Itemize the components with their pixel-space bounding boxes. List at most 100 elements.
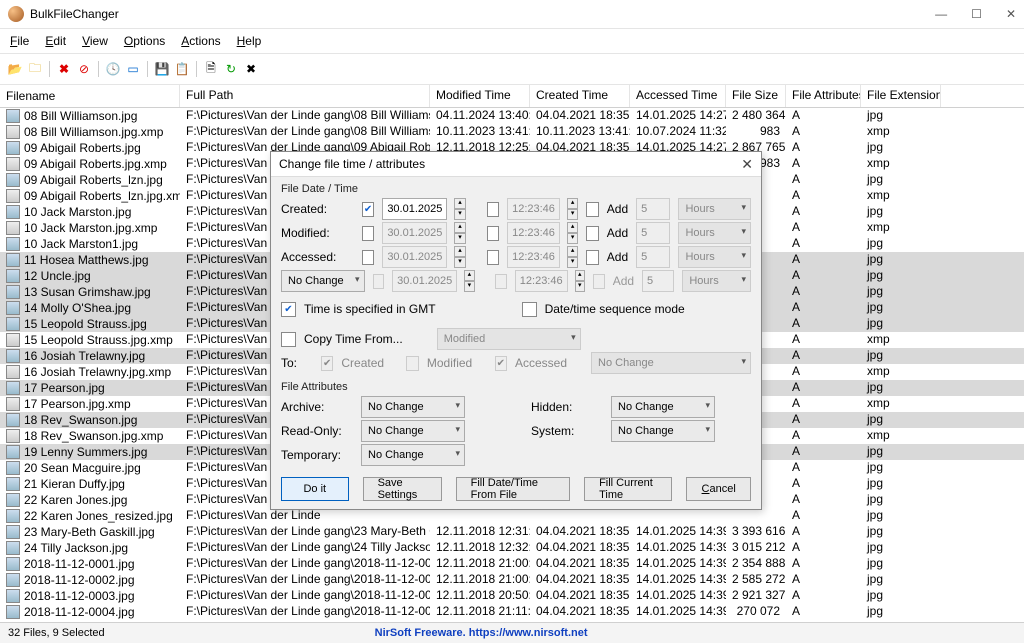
cell-created: 04.04.2021 18:35:52 bbox=[530, 604, 630, 620]
table-row[interactable]: 2018-11-12-0003.jpgF:\Pictures\Van der L… bbox=[0, 588, 1024, 604]
cell-created: 04.04.2021 18:35:52 bbox=[530, 588, 630, 604]
table-row[interactable]: 24 Tilly Jackson.jpgF:\Pictures\Van der … bbox=[0, 540, 1024, 556]
toolbar-open-icon[interactable]: 📂 bbox=[6, 60, 24, 78]
col-size[interactable]: File Size bbox=[726, 85, 786, 107]
toolbar-save-icon[interactable]: 💾 bbox=[153, 60, 171, 78]
temporary-select[interactable]: No Change bbox=[361, 444, 465, 466]
file-icon bbox=[6, 125, 20, 139]
col-fullpath[interactable]: Full Path bbox=[180, 85, 430, 107]
check-accessed-add[interactable] bbox=[586, 250, 599, 265]
fill-from-file-button[interactable]: Fill Date/Time From File bbox=[456, 477, 570, 501]
minimize-icon[interactable]: — bbox=[935, 7, 947, 21]
table-row[interactable]: 2018-11-12-0001.jpgF:\Pictures\Van der L… bbox=[0, 556, 1024, 572]
nc-time-spinner: ▴▾ bbox=[575, 270, 585, 292]
check-copyfrom[interactable] bbox=[281, 332, 296, 347]
table-row[interactable]: 23 Mary-Beth Gaskill.jpgF:\Pictures\Van … bbox=[0, 524, 1024, 540]
table-row[interactable]: 08 Bill Williamson.jpgF:\Pictures\Van de… bbox=[0, 108, 1024, 124]
check-accessed-date[interactable] bbox=[362, 250, 375, 265]
created-date-input[interactable]: 30.01.2025 bbox=[382, 198, 447, 220]
cell-filename: 22 Karen Jones.jpg bbox=[24, 493, 127, 507]
menu-view[interactable]: View bbox=[82, 34, 108, 48]
cell-filename: 2018-11-12-0004.jpg bbox=[24, 605, 135, 619]
created-time-spinner[interactable]: ▴▾ bbox=[567, 198, 578, 220]
system-select[interactable]: No Change bbox=[611, 420, 715, 442]
modified-date-spinner[interactable]: ▴▾ bbox=[454, 222, 465, 244]
menu-help[interactable]: Help bbox=[237, 34, 262, 48]
menu-options[interactable]: Options bbox=[124, 34, 165, 48]
cell-filename: 13 Susan Grimshaw.jpg bbox=[24, 285, 151, 299]
modified-time-spinner[interactable]: ▴▾ bbox=[567, 222, 578, 244]
modified-time-input[interactable]: 12:23:46 bbox=[507, 222, 560, 244]
archive-select[interactable]: No Change bbox=[361, 396, 465, 418]
check-modified-add[interactable] bbox=[586, 226, 599, 241]
toolbar-execute-icon[interactable]: ▭ bbox=[124, 60, 142, 78]
toolbar-refresh-icon[interactable]: ↻ bbox=[222, 60, 240, 78]
menu-actions[interactable]: Actions bbox=[181, 34, 220, 48]
table-row[interactable]: 08 Bill Williamson.jpg.xmp F:\Pictures\Va… bbox=[0, 124, 1024, 140]
check-sequence[interactable] bbox=[522, 302, 537, 317]
cell-fullpath: F:\Pictures\Van der Linde gang\08 Bill W… bbox=[180, 124, 430, 140]
check-created-date[interactable] bbox=[362, 202, 375, 217]
check-created-add[interactable] bbox=[586, 202, 599, 217]
label-readonly: Read-Only: bbox=[281, 424, 353, 438]
col-ext[interactable]: File Extension bbox=[861, 85, 941, 107]
cell-attr: A bbox=[786, 156, 861, 172]
menu-edit[interactable]: Edit bbox=[45, 34, 66, 48]
check-modified-date[interactable] bbox=[362, 226, 375, 241]
do-it-button[interactable]: Do it bbox=[281, 477, 349, 501]
check-accessed-time[interactable] bbox=[487, 250, 500, 265]
accessed-date-input[interactable]: 30.01.2025 bbox=[382, 246, 447, 268]
cancel-button[interactable]: Cancel bbox=[686, 477, 751, 501]
accessed-time-input[interactable]: 12:23:46 bbox=[507, 246, 560, 268]
cell-accessed: 14.01.2025 14:39:28 bbox=[630, 524, 726, 540]
save-settings-button[interactable]: Save Settings bbox=[363, 477, 442, 501]
cell-created bbox=[530, 508, 630, 524]
table-row[interactable]: 22 Karen Jones_resized.jpgF:\Pictures\Va… bbox=[0, 508, 1024, 524]
table-row[interactable]: 2018-11-12-0002.jpgF:\Pictures\Van der L… bbox=[0, 572, 1024, 588]
accessed-date-spinner[interactable]: ▴▾ bbox=[454, 246, 465, 268]
label-accessed-add: Add bbox=[607, 250, 628, 264]
file-icon bbox=[6, 365, 20, 379]
col-filename[interactable]: Filename bbox=[0, 85, 180, 107]
status-count: 32 Files, 9 Selected bbox=[8, 627, 105, 639]
fill-current-button[interactable]: Fill Current Time bbox=[584, 477, 672, 501]
cell-ext: jpg bbox=[861, 348, 941, 364]
check-modified-time[interactable] bbox=[487, 226, 500, 241]
col-attr[interactable]: File Attributes bbox=[786, 85, 861, 107]
dialog-close-icon[interactable]: ✕ bbox=[741, 156, 753, 173]
toolbar-exit-icon[interactable]: ✖ bbox=[242, 60, 260, 78]
check-gmt[interactable] bbox=[281, 302, 296, 317]
accessed-time-spinner[interactable]: ▴▾ bbox=[567, 246, 578, 268]
toolbar-copy-icon[interactable]: 📋 bbox=[173, 60, 191, 78]
check-nc-date bbox=[373, 274, 385, 289]
readonly-select[interactable]: No Change bbox=[361, 420, 465, 442]
toolbar-clear-icon[interactable]: ⊘ bbox=[75, 60, 93, 78]
cell-attr: A bbox=[786, 460, 861, 476]
toolbar-time-icon[interactable]: 🕓 bbox=[104, 60, 122, 78]
col-modified[interactable]: Modified Time bbox=[430, 85, 530, 107]
toolbar-properties-icon[interactable]: 🗎 bbox=[202, 60, 220, 78]
label-sequence: Date/time sequence mode bbox=[545, 302, 685, 316]
col-accessed[interactable]: Accessed Time bbox=[630, 85, 726, 107]
maximize-icon[interactable]: ☐ bbox=[971, 7, 982, 21]
toolbar-delete-icon[interactable]: ✖ bbox=[55, 60, 73, 78]
created-time-input[interactable]: 12:23:46 bbox=[507, 198, 560, 220]
cell-attr: A bbox=[786, 332, 861, 348]
created-date-spinner[interactable]: ▴▾ bbox=[454, 198, 465, 220]
nochange-select[interactable]: No Change bbox=[281, 270, 365, 292]
menu-file[interactable]: File bbox=[10, 34, 29, 48]
file-icon bbox=[6, 397, 20, 411]
check-created-time[interactable] bbox=[487, 202, 500, 217]
col-created[interactable]: Created Time bbox=[530, 85, 630, 107]
close-icon[interactable]: ✕ bbox=[1006, 7, 1016, 21]
file-icon bbox=[6, 349, 20, 363]
cell-filename: 08 Bill Williamson.jpg.xmp bbox=[24, 125, 163, 139]
status-link[interactable]: NirSoft Freeware. https://www.nirsoft.ne… bbox=[375, 627, 588, 639]
toolbar-add-folder-icon[interactable]: 🗀 bbox=[26, 60, 44, 78]
table-row[interactable]: 2018-11-12-0004.jpgF:\Pictures\Van der L… bbox=[0, 604, 1024, 620]
hidden-select[interactable]: No Change bbox=[611, 396, 715, 418]
cell-filename: 08 Bill Williamson.jpg bbox=[24, 109, 137, 123]
modified-date-input[interactable]: 30.01.2025 bbox=[382, 222, 447, 244]
file-icon bbox=[6, 589, 20, 603]
created-add-unit: Hours bbox=[678, 198, 751, 220]
